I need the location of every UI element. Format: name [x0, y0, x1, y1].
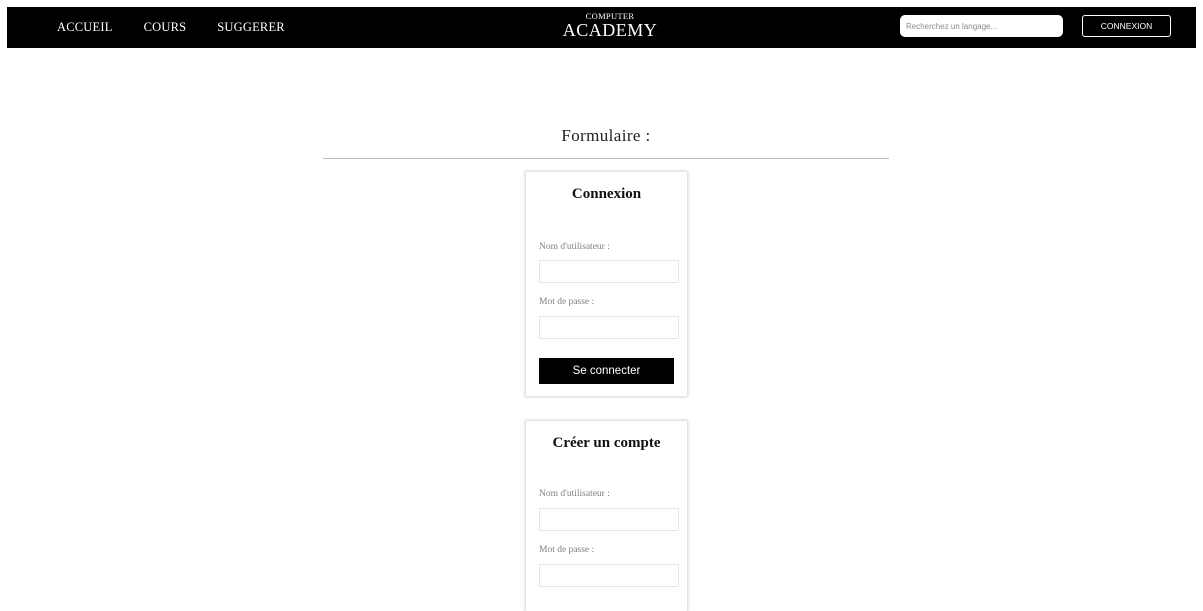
nav-link-suggerer[interactable]: SUGGERER: [217, 20, 285, 35]
login-password-label: Mot de passe :: [539, 297, 595, 307]
login-card: Connexion Nom d'utilisateur : Mot de pas…: [526, 172, 687, 396]
search-input[interactable]: [900, 15, 1063, 37]
register-username-input[interactable]: [539, 508, 679, 531]
register-password-input[interactable]: [539, 564, 679, 587]
register-username-label: Nom d'utilisateur :: [539, 489, 610, 499]
register-card: Créer un compte Nom d'utilisateur : Mot …: [526, 421, 687, 611]
site-logo[interactable]: COMPUTER ACADEMY: [555, 11, 665, 39]
login-username-label: Nom d'utilisateur :: [539, 242, 610, 252]
login-username-input[interactable]: [539, 260, 679, 283]
login-password-input[interactable]: [539, 316, 679, 339]
heading-divider: [323, 158, 889, 159]
nav-link-cours[interactable]: COURS: [144, 20, 187, 35]
nav-link-accueil[interactable]: ACCUEIL: [57, 20, 113, 35]
header-login-button[interactable]: CONNEXION: [1082, 15, 1171, 37]
login-submit-button[interactable]: Se connecter: [539, 358, 674, 384]
main-nav: ACCUEIL COURS SUGGERER: [57, 7, 316, 48]
top-navbar: ACCUEIL COURS SUGGERER COMPUTER ACADEMY …: [7, 7, 1196, 48]
register-card-title: Créer un compte: [552, 435, 661, 451]
login-card-title: Connexion: [571, 186, 642, 202]
logo-bottom-text: ACADEMY: [562, 19, 658, 40]
register-password-label: Mot de passe :: [539, 545, 595, 555]
page-title: Formulaire :: [561, 126, 651, 145]
